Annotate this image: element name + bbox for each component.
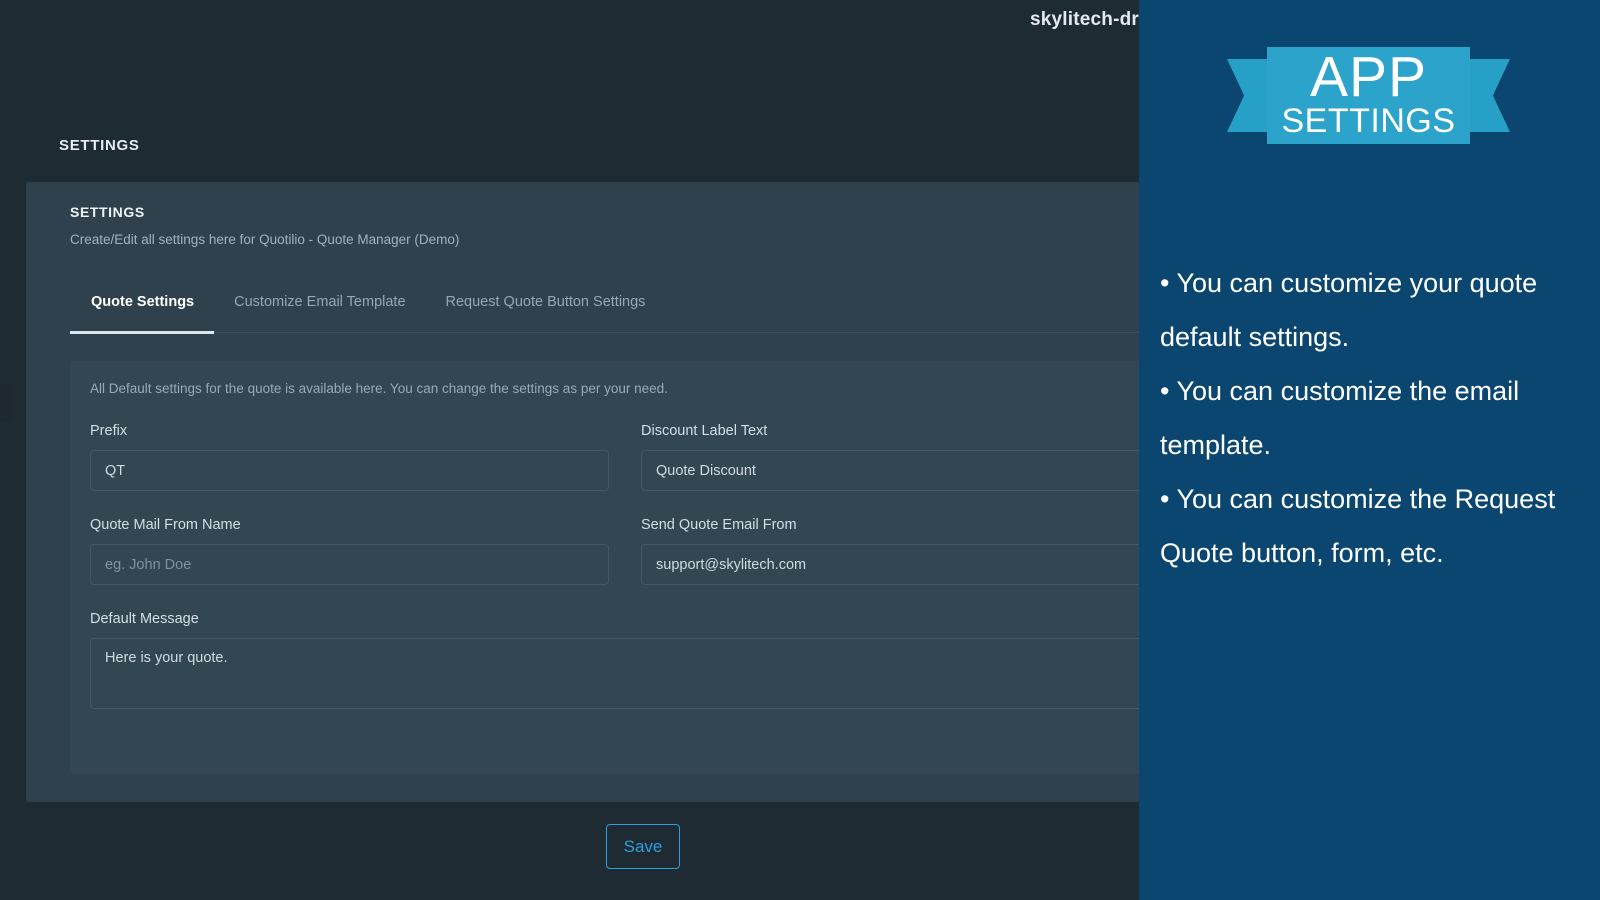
card-header: SETTINGS Create/Edit all settings here f… [70, 204, 459, 247]
prefix-label: Prefix [90, 423, 609, 439]
save-button[interactable]: Save [606, 824, 680, 869]
quote-mail-from-name-label: Quote Mail From Name [90, 517, 609, 533]
bullet-item: • You can customize the email template. [1160, 364, 1580, 472]
field-prefix: Prefix [90, 423, 625, 491]
app-settings-ribbon: APP SETTINGS [1227, 47, 1510, 144]
discount-label-text-input[interactable] [641, 450, 1139, 491]
ribbon-plate: APP SETTINGS [1267, 47, 1470, 144]
bullet-item: • You can customize the Request Quote bu… [1160, 472, 1580, 580]
settings-card: SETTINGS Create/Edit all settings here f… [26, 182, 1139, 802]
send-quote-email-from-label: Send Quote Email From [641, 517, 1139, 533]
card-title: SETTINGS [70, 204, 459, 220]
default-message-textarea[interactable]: Here is your quote. [90, 638, 1139, 709]
field-default-message: Default Message Here is your quote. [90, 611, 1139, 714]
top-bar: skylitech-dr [0, 0, 1139, 44]
feature-bullet-list: • You can customize your quote default s… [1160, 256, 1580, 580]
edge-handle[interactable] [0, 384, 12, 422]
field-send-quote-email-from: Send Quote Email From [625, 517, 1139, 585]
quote-settings-panel: All Default settings for the quote is av… [70, 361, 1139, 774]
field-quote-mail-from-name: Quote Mail From Name [90, 517, 625, 585]
screen: skylitech-dr SETTINGS SETTINGS Create/Ed… [0, 0, 1600, 900]
tab-label: Request Quote Button Settings [446, 294, 646, 310]
prefix-input[interactable] [90, 450, 609, 491]
page-title: SETTINGS [59, 137, 140, 154]
ribbon-left-wing [1227, 59, 1272, 132]
store-name-label: skylitech-dr [1030, 9, 1139, 31]
ribbon-right-wing [1465, 59, 1510, 132]
discount-label-text-label: Discount Label Text [641, 423, 1139, 439]
tab-label: Customize Email Template [234, 294, 405, 310]
tab-bar: Quote Settings Customize Email Template … [70, 290, 1139, 333]
tab-customize-email-template[interactable]: Customize Email Template [214, 290, 425, 333]
default-message-label: Default Message [90, 611, 1139, 627]
send-quote-email-from-input[interactable] [641, 544, 1139, 585]
ribbon-title-line2: SETTINGS [1267, 104, 1470, 138]
tab-request-quote-button-settings[interactable]: Request Quote Button Settings [426, 290, 666, 333]
app-settings-overlay-panel: APP SETTINGS • You can customize your qu… [1139, 0, 1600, 900]
settings-form: Prefix Discount Label Text Quote Mail Fr… [90, 423, 1139, 714]
tab-quote-settings[interactable]: Quote Settings [70, 290, 214, 333]
app-region: skylitech-dr SETTINGS SETTINGS Create/Ed… [0, 0, 1139, 900]
card-subtitle: Create/Edit all settings here for Quotil… [70, 232, 459, 247]
field-discount-label-text: Discount Label Text [625, 423, 1139, 491]
bullet-item: • You can customize your quote default s… [1160, 256, 1580, 364]
panel-note: All Default settings for the quote is av… [90, 381, 668, 396]
ribbon-title-line1: APP [1267, 49, 1470, 106]
tab-label: Quote Settings [91, 294, 194, 310]
quote-mail-from-name-input[interactable] [90, 544, 609, 585]
